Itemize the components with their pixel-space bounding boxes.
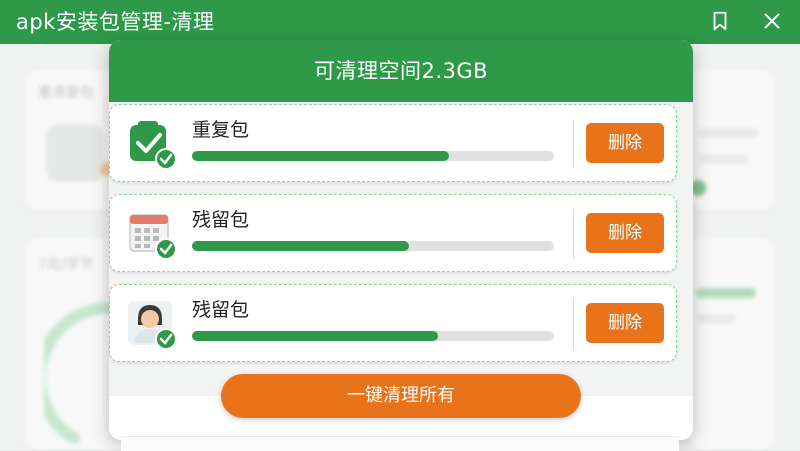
item-label: 重复包: [192, 119, 250, 141]
delete-button[interactable]: 删除: [586, 213, 664, 253]
duplicate-package-icon: [126, 119, 178, 171]
clean-all-button[interactable]: 一键清理所有: [221, 374, 581, 418]
app-title: apk安装包管理-清理: [16, 10, 215, 34]
delete-button[interactable]: 删除: [586, 123, 664, 163]
list-item-residual: 残留包 删除: [109, 284, 677, 362]
divider: [573, 119, 574, 169]
progress-fill: [192, 331, 439, 341]
list-item-residual: 残留包 删除: [109, 194, 677, 272]
bookmark-icon[interactable]: [709, 10, 731, 32]
divider: [573, 209, 574, 259]
dialog-header: 可清理空间2.3GB: [109, 40, 693, 106]
list-item-duplicate: 重复包 删除: [109, 104, 677, 182]
person-residual-icon: [126, 299, 178, 351]
cleanup-dialog: 可清理空间2.3GB 重复包 删除 残留包 删除 残留包 删除 一键清理所有: [109, 40, 693, 440]
calendar-residual-icon: [126, 209, 178, 261]
divider: [573, 299, 574, 349]
progress-track: [192, 241, 554, 251]
progress-fill: [192, 151, 450, 161]
progress-track: [192, 151, 554, 161]
dialog-title: 可清理空间2.3GB: [313, 59, 489, 83]
close-icon[interactable]: [761, 10, 783, 32]
item-label: 残留包: [192, 299, 250, 321]
delete-button[interactable]: 删除: [586, 303, 664, 343]
progress-fill: [192, 241, 410, 251]
app-titlebar: apk安装包管理-清理: [0, 0, 800, 44]
cleanup-list[interactable]: 重复包 删除 残留包 删除 残留包 删除: [109, 102, 693, 396]
progress-track: [192, 331, 554, 341]
item-label: 残留包: [192, 209, 250, 231]
background-bottom-card: [121, 436, 679, 451]
